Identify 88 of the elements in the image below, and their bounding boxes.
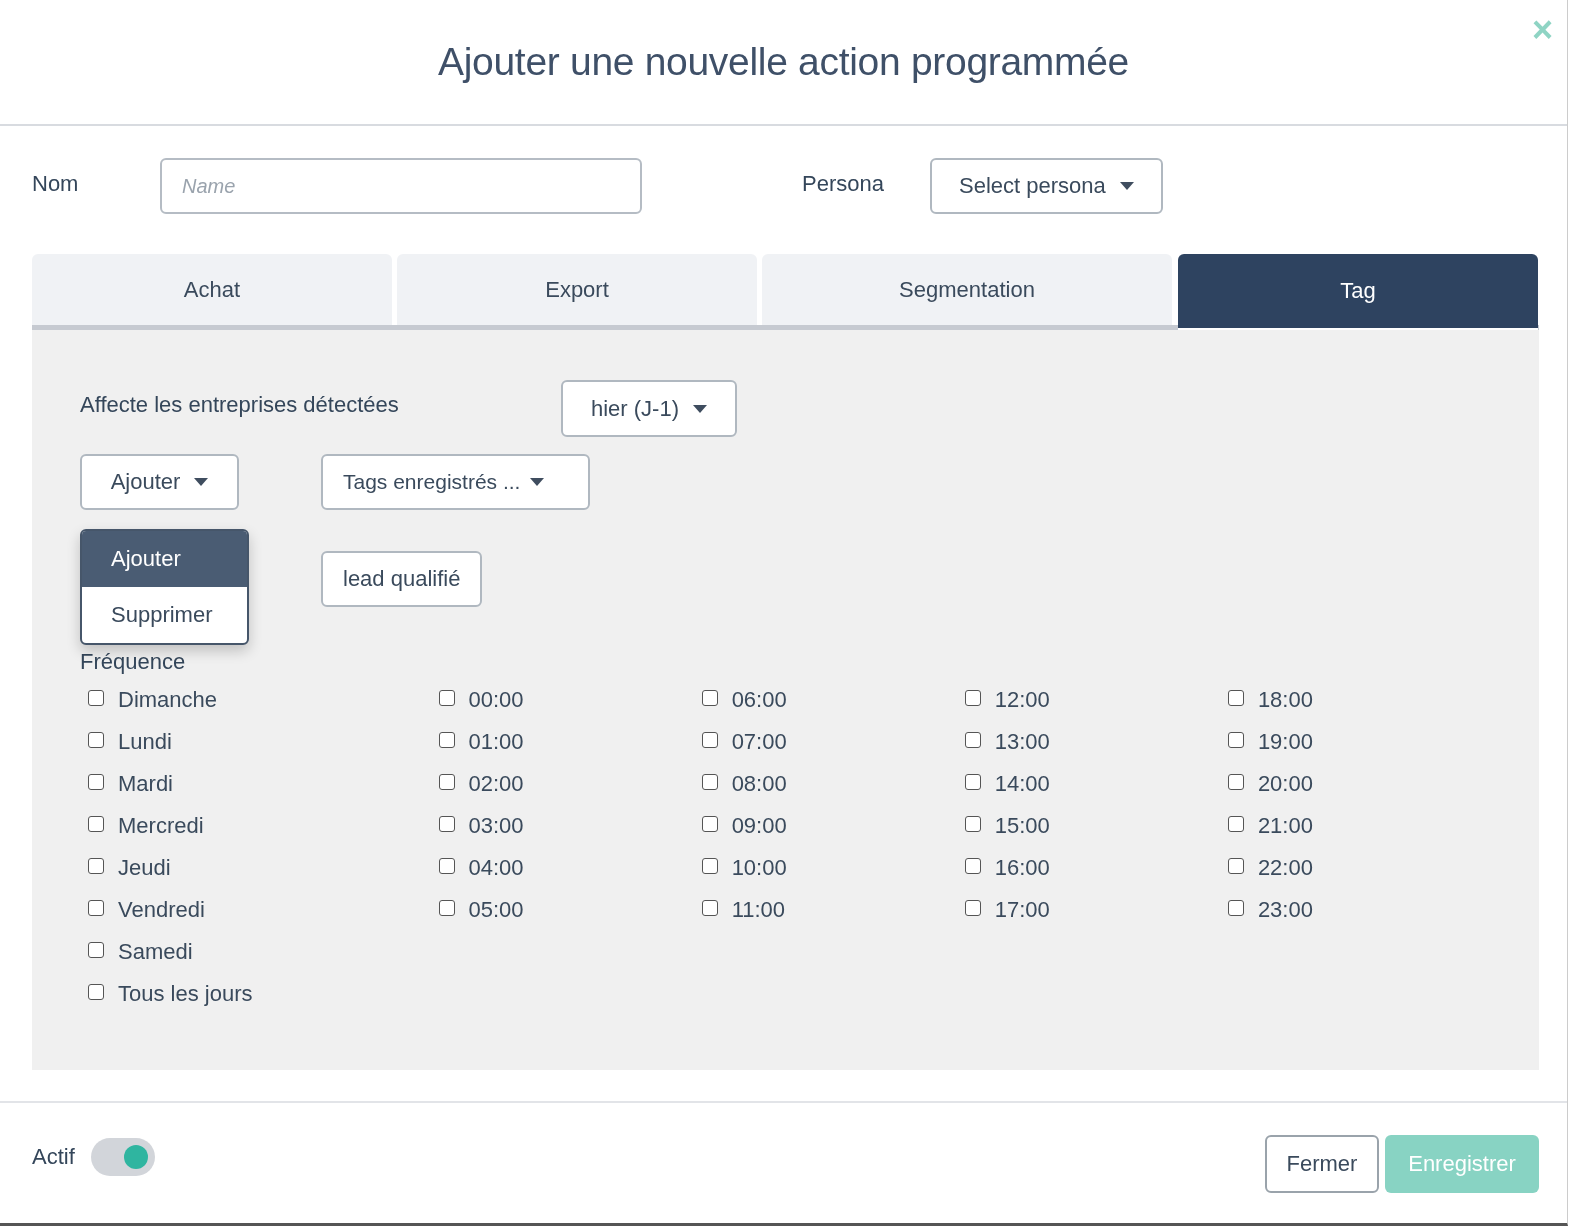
checkbox[interactable] [701,816,718,832]
dropdown-button[interactable]: hier (J-1) [561,380,737,437]
checkbox-label: 03:00 [468,813,524,839]
checkbox[interactable] [701,774,718,790]
checkbox-label: Jeudi [118,855,171,881]
caret-icon [1119,182,1134,190]
checkbox[interactable] [88,774,104,790]
close-button[interactable]: Fermer [1265,1135,1379,1193]
checkbox[interactable] [1227,816,1244,832]
checkbox[interactable] [964,732,981,748]
toggle-switch[interactable] [90,1138,155,1176]
menu-item[interactable]: Ajouter [82,531,247,587]
checkbox-label: 15:00 [994,813,1050,839]
checkbox-label: 02:00 [468,771,524,797]
checkbox[interactable] [1227,732,1244,748]
checkbox-label: 21:00 [1257,813,1313,839]
tag-chip[interactable]: lead qualifié [321,551,483,607]
checkbox-label: 07:00 [731,729,787,755]
dropdown-button[interactable]: Ajouter [80,454,239,510]
checkbox-label: 06:00 [731,687,787,713]
checkbox[interactable] [438,690,455,706]
checkbox-label: 19:00 [1257,729,1313,755]
checkbox[interactable] [438,900,455,916]
checkbox[interactable] [964,858,981,874]
checkbox-label: 00:00 [468,687,524,713]
tab[interactable]: Segmentation [762,254,1172,325]
caret-icon [693,404,707,413]
checkbox[interactable] [701,732,718,748]
checkbox-label: 09:00 [731,813,787,839]
field-label: Actif [32,1144,75,1170]
checkbox-label: 23:00 [1257,897,1313,923]
tab[interactable]: Tag [1178,254,1538,330]
checkbox[interactable] [1227,900,1244,916]
name-field[interactable]: Name [160,158,642,214]
checkbox-label: 08:00 [731,771,787,797]
checkbox[interactable] [88,816,104,832]
checkbox[interactable] [1227,858,1244,874]
field-label: Persona [802,171,885,197]
checkbox-label: Dimanche [118,687,218,713]
checkbox-label: 16:00 [994,855,1050,881]
checkbox[interactable] [438,858,455,874]
checkbox-label: 10:00 [731,855,787,881]
checkbox[interactable] [438,732,455,748]
checkbox-label: 01:00 [468,729,524,755]
checkbox[interactable] [964,774,981,790]
checkbox[interactable] [964,690,981,706]
checkbox-label: Mardi [118,771,173,797]
caret-icon [530,478,545,486]
tab[interactable]: Achat [32,254,392,325]
checkbox-label: Samedi [118,939,193,965]
caret-icon [194,478,209,486]
checkbox[interactable] [1227,690,1244,706]
checkbox-label: 04:00 [468,855,524,881]
checkbox-label: Mercredi [118,813,204,839]
checkbox[interactable] [1227,774,1244,790]
checkbox-label: 13:00 [994,729,1050,755]
checkbox-label: 12:00 [994,687,1050,713]
checkbox[interactable] [438,774,455,790]
tab[interactable]: Export [397,254,757,325]
checkbox[interactable] [88,900,104,916]
field-label: Nom [32,171,80,197]
checkbox[interactable] [88,942,104,958]
checkbox[interactable] [964,816,981,832]
checkbox[interactable] [88,858,104,874]
checkbox[interactable] [88,732,104,748]
checkbox-label: 11:00 [731,897,786,923]
checkbox-label: Lundi [118,729,172,755]
checkbox[interactable] [88,690,104,706]
checkbox[interactable] [438,816,455,832]
dropdown-button[interactable]: Tags enregistrés ... [321,454,590,510]
checkbox[interactable] [701,858,718,874]
checkbox[interactable] [701,900,718,916]
checkbox-label: 14:00 [994,771,1050,797]
checkbox-label: Tous les jours [118,981,253,1007]
checkbox-label: 05:00 [468,897,524,923]
dialog-title: Ajouter une nouvelle action programmée [438,40,1129,84]
checkbox-label: 22:00 [1257,855,1313,881]
checkbox-label: Vendredi [118,897,205,923]
field-label: Affecte les entreprises détectées [80,391,400,418]
checkbox-label: 20:00 [1257,771,1313,797]
dropdown-button[interactable]: Select persona [930,158,1163,214]
section-label: Fréquence [80,648,187,676]
checkbox[interactable] [88,984,104,1000]
checkbox-label: 17:00 [994,897,1050,923]
menu-item[interactable]: Supprimer [82,587,247,643]
checkbox-label: 18:00 [1257,687,1313,713]
checkbox[interactable] [964,900,981,916]
checkbox[interactable] [701,690,718,706]
